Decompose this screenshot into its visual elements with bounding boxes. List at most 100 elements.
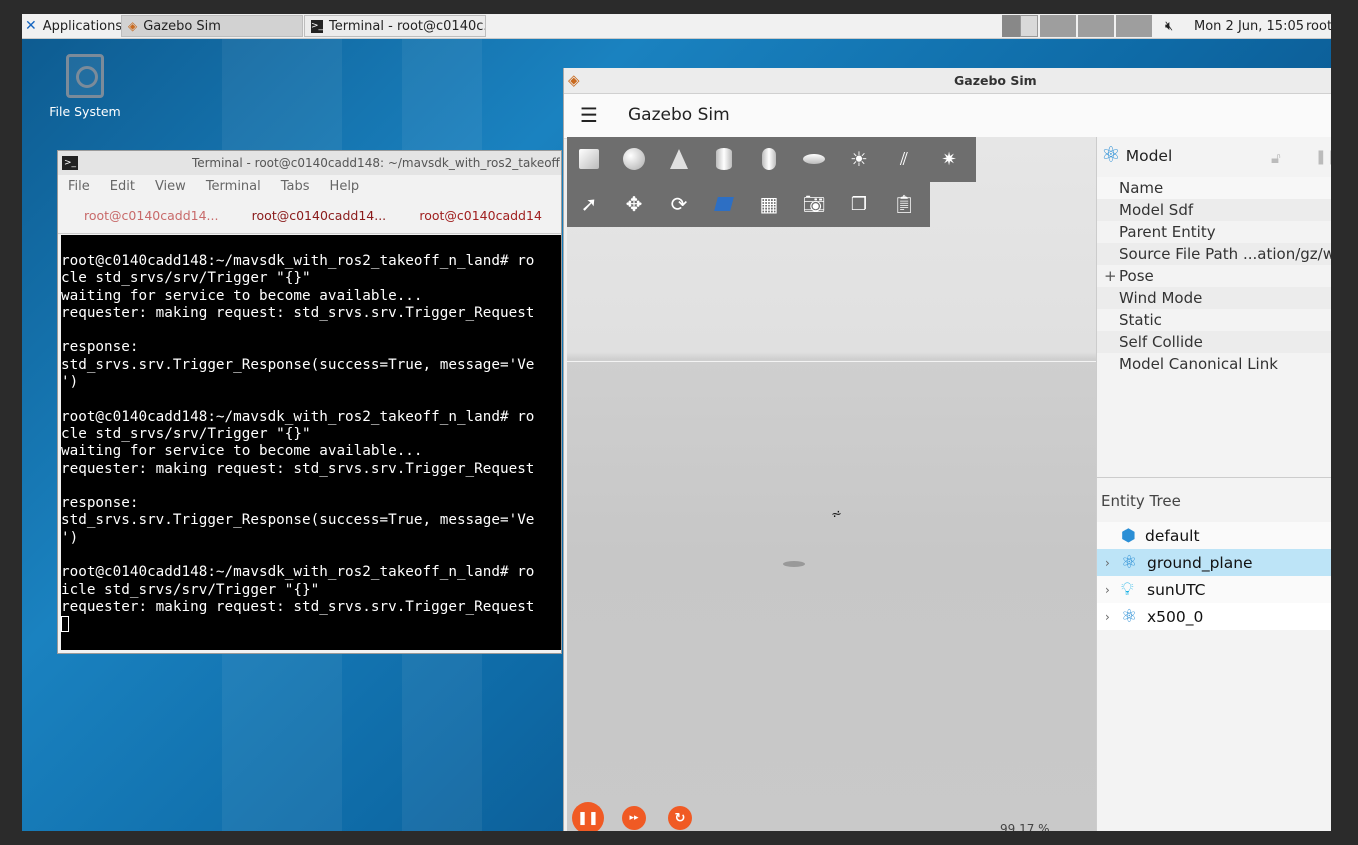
drone-model[interactable]: ⩫ xyxy=(831,507,842,522)
grid-config-button[interactable]: ▦ xyxy=(751,186,787,222)
entity-tree-item-x500[interactable]: › ⚛ x500_0 xyxy=(1097,603,1331,630)
shapes-toolbar: ☀ ⫽ ✷ xyxy=(567,137,976,182)
view-angle-button[interactable] xyxy=(706,186,742,222)
clock-label: Mon 2 Jun, 15:05 xyxy=(1194,18,1304,34)
entity-label: default xyxy=(1145,526,1200,545)
transform-toolbar: ➚ ✥ ⟳ ▦ 📷︎ ❐ 📋︎ xyxy=(567,182,930,227)
applications-label: Applications xyxy=(42,18,123,34)
cylinder-shape-button[interactable] xyxy=(706,141,742,177)
cylinder-icon xyxy=(716,148,732,170)
menu-edit[interactable]: Edit xyxy=(110,179,135,194)
entity-label: sunUTC xyxy=(1147,580,1206,599)
menu-view[interactable]: View xyxy=(155,179,186,194)
arrow-cursor-icon: ➚ xyxy=(580,192,598,216)
menu-terminal[interactable]: Terminal xyxy=(206,179,261,194)
entity-tree-item-sunutc[interactable]: › 💡︎ sunUTC xyxy=(1097,576,1331,603)
terminal-tab-label: root@c0140cadd14... xyxy=(84,207,219,223)
copy-icon: ❐ xyxy=(850,193,868,215)
cone-icon xyxy=(670,149,688,169)
component-inspector: ⚛ Model 🔓︎ ❚❚ Name Model Sdf Parent Enti… xyxy=(1097,137,1331,477)
point-light-button[interactable]: ☀ xyxy=(841,141,877,177)
spot-light-button[interactable]: ✷ xyxy=(931,141,967,177)
taskbar-gazebo-label: Gazebo Sim xyxy=(143,18,221,34)
copy-button[interactable]: ❐ xyxy=(841,186,877,222)
inspector-pose-label: Pose xyxy=(1119,267,1154,285)
select-mode-button[interactable]: ➚ xyxy=(571,186,607,222)
inspector-header: ⚛ Model xyxy=(1101,145,1172,167)
taskbar-terminal-button[interactable]: >_ Terminal - root@c0140c... xyxy=(304,15,486,37)
terminal-window[interactable]: >_ Terminal - root@c0140cadd148: ~/mavsd… xyxy=(57,150,562,654)
menu-tabs[interactable]: Tabs xyxy=(281,179,310,194)
reset-icon: ↻ xyxy=(674,810,686,826)
sphere-shape-button[interactable] xyxy=(616,141,652,177)
xfce-logo-icon: ✕ xyxy=(25,18,37,34)
box-icon xyxy=(579,149,599,169)
chevron-right-icon[interactable]: › xyxy=(1105,610,1119,624)
desktop: ✕ Applications ⋮ ◈ Gazebo Sim >_ Termina… xyxy=(22,14,1331,831)
hamburger-menu-icon[interactable]: ☰ xyxy=(580,105,598,125)
pause-updates-icon[interactable]: ❚❚ xyxy=(1315,149,1331,165)
screenshot-button[interactable]: 📷︎ xyxy=(796,186,832,222)
workspace-1[interactable] xyxy=(1002,15,1020,37)
file-system-desktop-icon[interactable]: File System xyxy=(48,54,122,119)
grid-icon: ▦ xyxy=(759,192,779,216)
terminal-output[interactable]: root@c0140cadd148:~/mavsdk_with_ros2_tak… xyxy=(61,235,561,650)
scene-3d[interactable]: ⩫ xyxy=(567,137,1096,831)
terminal-tab[interactable]: root@c0140cadd14... × xyxy=(58,208,226,223)
gazebo-window-title: Gazebo Sim xyxy=(954,73,1037,88)
pause-icon: ❚❚ xyxy=(577,810,599,826)
workspace-2[interactable] xyxy=(1020,15,1038,37)
entity-tree-item-default[interactable]: ⬢ default xyxy=(1097,522,1331,549)
entity-tree-item-ground-plane[interactable]: › ⚛ ground_plane xyxy=(1097,549,1331,576)
rotate-mode-button[interactable]: ⟳ xyxy=(661,186,697,222)
box-shape-button[interactable] xyxy=(571,141,607,177)
volume-button[interactable]: 🔇︎ xyxy=(1165,15,1173,37)
paste-icon: 📋︎ xyxy=(892,193,916,215)
terminal-tab-active[interactable]: root@c0140cadd14... × xyxy=(226,208,394,223)
menu-file[interactable]: File xyxy=(68,179,90,194)
directional-light-button[interactable]: ⫽ xyxy=(886,141,922,177)
model-icon: ⚛ xyxy=(1121,552,1138,573)
file-system-label: File System xyxy=(49,104,121,119)
terminal-tab[interactable]: root@c0140cadd14 xyxy=(393,208,561,223)
terminal-tab-label: root@c0140cadd14 xyxy=(419,207,542,223)
workspace-3[interactable] xyxy=(1040,15,1076,37)
horizon-line xyxy=(567,361,1096,362)
chevron-right-icon[interactable]: › xyxy=(1105,583,1119,597)
chevron-right-icon[interactable]: › xyxy=(1105,556,1119,570)
terminal-cursor xyxy=(61,616,69,633)
menu-help[interactable]: Help xyxy=(330,179,360,194)
step-button[interactable]: ▸▸ xyxy=(622,806,646,830)
ellipsoid-shape-button[interactable] xyxy=(796,141,832,177)
gazebo-logo-icon: ◈ xyxy=(568,71,580,89)
cube-icon: ⬢ xyxy=(1121,525,1136,546)
pause-button[interactable]: ❚❚ xyxy=(572,802,604,831)
pose-expander[interactable]: + xyxy=(1104,267,1117,285)
sun-icon: ☀ xyxy=(850,147,868,171)
taskbar-gazebo-button[interactable]: ◈ Gazebo Sim xyxy=(121,15,303,37)
capsule-shape-button[interactable] xyxy=(751,141,787,177)
terminal-menubar: File Edit View Terminal Tabs Help xyxy=(58,175,561,197)
workspace-5[interactable] xyxy=(1116,15,1152,37)
gazebo-titlebar[interactable]: ◈ Gazebo Sim xyxy=(564,68,1331,94)
user-menu[interactable]: root xyxy=(1306,15,1331,37)
hard-drive-icon xyxy=(66,54,104,98)
spot-light-icon: ✷ xyxy=(941,148,957,170)
clock[interactable]: Mon 2 Jun, 15:05 xyxy=(1194,15,1304,37)
capsule-icon xyxy=(762,148,776,170)
reset-button[interactable]: ↻ xyxy=(668,806,692,830)
light-bulb-icon: 💡︎ xyxy=(1121,579,1134,600)
gazebo-app-title: Gazebo Sim xyxy=(628,105,730,125)
terminal-titlebar[interactable]: >_ Terminal - root@c0140cadd148: ~/mavsd… xyxy=(58,151,561,175)
translate-mode-button[interactable]: ✥ xyxy=(616,186,652,222)
terminal-app-icon: >_ xyxy=(62,156,78,170)
terminal-tab-label: root@c0140cadd14... xyxy=(251,207,387,223)
move-icon: ✥ xyxy=(625,192,643,216)
paste-button[interactable]: 📋︎ xyxy=(886,186,922,222)
lock-icon[interactable]: 🔓︎ xyxy=(1271,149,1281,167)
workspace-4[interactable] xyxy=(1078,15,1114,37)
cone-shape-button[interactable] xyxy=(661,141,697,177)
inspector-source-file-label: Source File Path xyxy=(1119,245,1239,263)
gazebo-window[interactable]: ◈ Gazebo Sim ☰ Gazebo Sim ⩫ ☀ ⫽ ✷ ➚ ✥ ⟳ … xyxy=(563,68,1331,831)
inspector-source-file-value: ...ation/gz/w xyxy=(1243,245,1331,263)
